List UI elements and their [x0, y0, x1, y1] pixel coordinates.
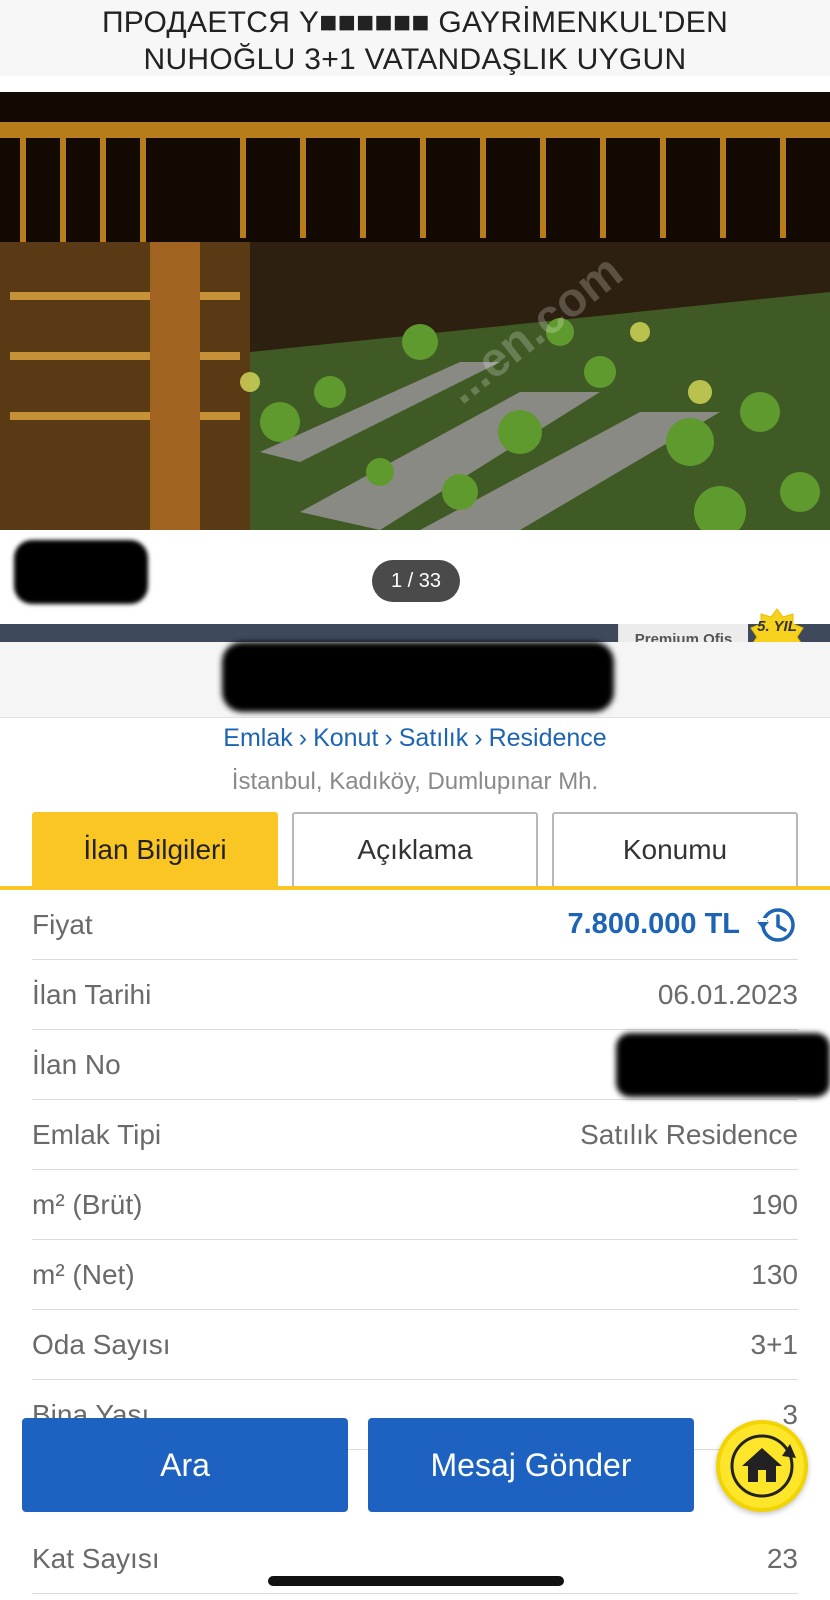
listing-tabs: İlan Bilgileri Açıklama Konumu [32, 812, 798, 886]
breadcrumb: Emlak › Konut › Satılık › Residence [0, 724, 830, 753]
breadcrumb-item-residence[interactable]: Residence [489, 724, 607, 752]
store-name-redacted [222, 642, 614, 712]
detail-row-price: Fiyat 7.800.000 TL [32, 890, 798, 960]
gallery-strip: 1 / 33 [0, 530, 830, 624]
detail-row-gross-area: m² (Brüt) 190 [32, 1170, 798, 1240]
store-logo-redacted [14, 540, 148, 604]
call-button[interactable]: Ara [22, 1418, 348, 1512]
floor-count-label: Kat Sayısı [32, 1542, 160, 1574]
gross-area-label: m² (Brüt) [32, 1188, 143, 1220]
listing-title-line-2: NUHOĞLU 3+1 VATANDAŞLIK UYGUN [143, 43, 687, 76]
detail-row-listing-no: İlan No [32, 1030, 830, 1100]
store-name[interactable] [0, 642, 830, 718]
tab-aciklama[interactable]: Açıklama [292, 812, 538, 886]
listing-details: Fiyat 7.800.000 TL İlan Tarihi 06.01.202… [32, 890, 830, 1450]
date-value: 06.01.2023 [657, 978, 798, 1010]
breadcrumb-separator: › [298, 724, 308, 752]
home-button[interactable] [716, 1420, 808, 1512]
net-area-value: 130 [751, 1258, 798, 1290]
photo-counter: 1 / 33 [372, 560, 460, 602]
send-message-button[interactable]: Mesaj Gönder [368, 1418, 694, 1512]
gross-area-value: 190 [751, 1188, 798, 1220]
price-amount: 7.800.000 TL [567, 908, 741, 940]
tab-konumu[interactable]: Konumu [552, 812, 798, 886]
home-refresh-icon [730, 1434, 796, 1498]
detail-row-property-type: Emlak Tipi Satılık Residence [32, 1100, 798, 1170]
price-label: Fiyat [32, 908, 93, 940]
listing-title-line-1: ПРОДАЕТСЯ Y■■■■■■ GAYRİMENKUL'DEN [101, 6, 729, 39]
net-area-label: m² (Net) [32, 1258, 135, 1290]
detail-row-rooms: Oda Sayısı 3+1 [32, 1310, 798, 1380]
detail-row-net-area: m² (Net) 130 [32, 1240, 798, 1310]
home-indicator[interactable] [268, 1576, 564, 1586]
price-value: 7.800.000 TL [568, 904, 799, 946]
listing-title: ПРОДАЕТСЯ Y■■■■■■ GAYRİMENKUL'DEN NUHOĞL… [0, 0, 830, 76]
rooms-label: Oda Sayısı [32, 1328, 171, 1360]
price-history-icon[interactable] [756, 904, 798, 946]
breadcrumb-item-satilik[interactable]: Satılık [399, 724, 468, 752]
rooms-value: 3+1 [750, 1328, 799, 1360]
property-type-value: Satılık Residence [580, 1118, 798, 1150]
listing-photo-illustration [0, 92, 830, 530]
breadcrumb-item-konut[interactable]: Konut [313, 724, 378, 752]
listing-no-redacted [616, 1032, 830, 1097]
listing-no-label: İlan No [32, 1048, 121, 1080]
floor-count-value: 23 [766, 1542, 798, 1574]
listing-location: İstanbul, Kadıköy, Dumlupınar Mh. [231, 768, 599, 795]
breadcrumb-item-emlak[interactable]: Emlak [223, 724, 292, 752]
breadcrumb-separator: › [474, 724, 483, 752]
property-type-label: Emlak Tipi [32, 1118, 162, 1150]
breadcrumb-separator: › [384, 724, 393, 752]
years-badge-text: 5. YIL [757, 618, 797, 635]
date-label: İlan Tarihi [32, 978, 152, 1010]
contact-action-bar: Ara Mesaj Gönder [0, 1418, 830, 1514]
tab-ilan-bilgileri[interactable]: İlan Bilgileri [32, 812, 278, 886]
listing-photo[interactable]: ...en.com [0, 92, 830, 530]
detail-row-date: İlan Tarihi 06.01.2023 [32, 960, 798, 1030]
